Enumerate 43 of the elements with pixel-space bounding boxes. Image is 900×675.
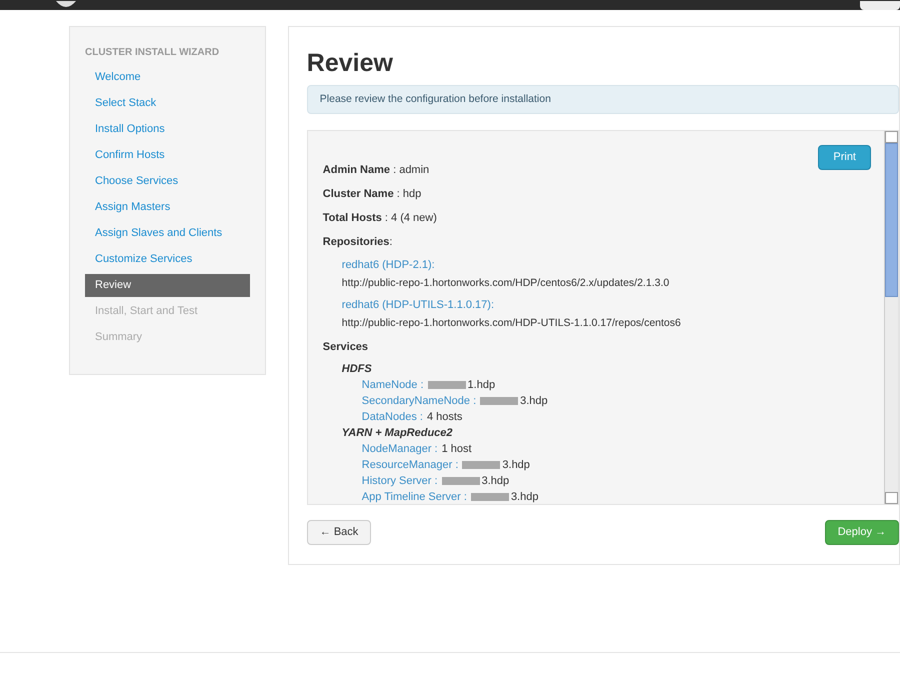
- component-label: History Server :: [362, 474, 438, 489]
- repository-name: redhat6 (HDP-UTILS-1.1.0.17):: [342, 298, 496, 313]
- info-alert: Please review the configuration before installation: [306, 85, 899, 114]
- wizard-step[interactable]: Install Options: [85, 118, 250, 141]
- scroll-thumb[interactable]: [885, 143, 898, 297]
- repository-url: http://public-repo-1.hortonworks.com/HDP-UTILS-1.1.0.17/repos/centos6: [342, 316, 682, 331]
- component-value: 3.hdp: [510, 490, 538, 504]
- component-value: 1 host: [442, 442, 472, 457]
- scrollbar[interactable]: [884, 131, 898, 504]
- component-label: NodeManager :: [362, 442, 438, 457]
- back-button[interactable]: ← Back: [306, 520, 372, 545]
- component-label: NameNode :: [362, 378, 424, 393]
- print-button[interactable]: Print: [818, 145, 871, 170]
- logo-icon: [55, 1, 77, 10]
- section-heading: Services: [322, 340, 370, 355]
- wizard-step[interactable]: Assign Masters: [85, 196, 250, 219]
- component-value: 3.hdp: [482, 474, 510, 489]
- component-value: 3.hdp: [520, 394, 548, 409]
- service-name: HDFS: [342, 362, 373, 377]
- wizard-step[interactable]: Assign Slaves and Clients: [85, 222, 250, 245]
- sidebar-title: CLUSTER INSTALL WIZARD: [85, 46, 220, 60]
- page-title: Review: [306, 48, 394, 79]
- component-label: SecondaryNameNode :: [362, 394, 476, 409]
- wizard-step[interactable]: Review: [85, 274, 250, 297]
- wizard-step[interactable]: Select Stack: [85, 92, 250, 115]
- summary-field: Total Hosts : 4 (4 new): [322, 210, 884, 226]
- repository-url: http://public-repo-1.hortonworks.com/HDP/centos6/2.x/updates/2.1.3.0: [342, 276, 670, 291]
- component-value: 4 hosts: [426, 410, 462, 425]
- component-value: 1.hdp: [468, 378, 496, 393]
- component-label: DataNodes :: [362, 410, 423, 425]
- wizard-step[interactable]: Confirm Hosts: [85, 144, 250, 167]
- deploy-button[interactable]: Deploy →: [824, 520, 899, 545]
- repository-name: redhat6 (HDP-2.1):: [342, 258, 436, 273]
- component-value: 3.hdp: [502, 458, 530, 473]
- section-heading: Repositories:: [322, 235, 394, 250]
- component-label: ResourceManager :: [362, 458, 458, 473]
- wizard-step[interactable]: Welcome: [85, 66, 250, 89]
- summary-field: Cluster Name : hdp: [322, 186, 884, 202]
- service-name: YARN + MapReduce2: [342, 426, 454, 441]
- user-menu-button[interactable]: [860, 1, 900, 10]
- wizard-step[interactable]: Customize Services: [85, 248, 250, 271]
- wizard-step[interactable]: Choose Services: [85, 170, 250, 193]
- component-label: App Timeline Server :: [362, 490, 467, 504]
